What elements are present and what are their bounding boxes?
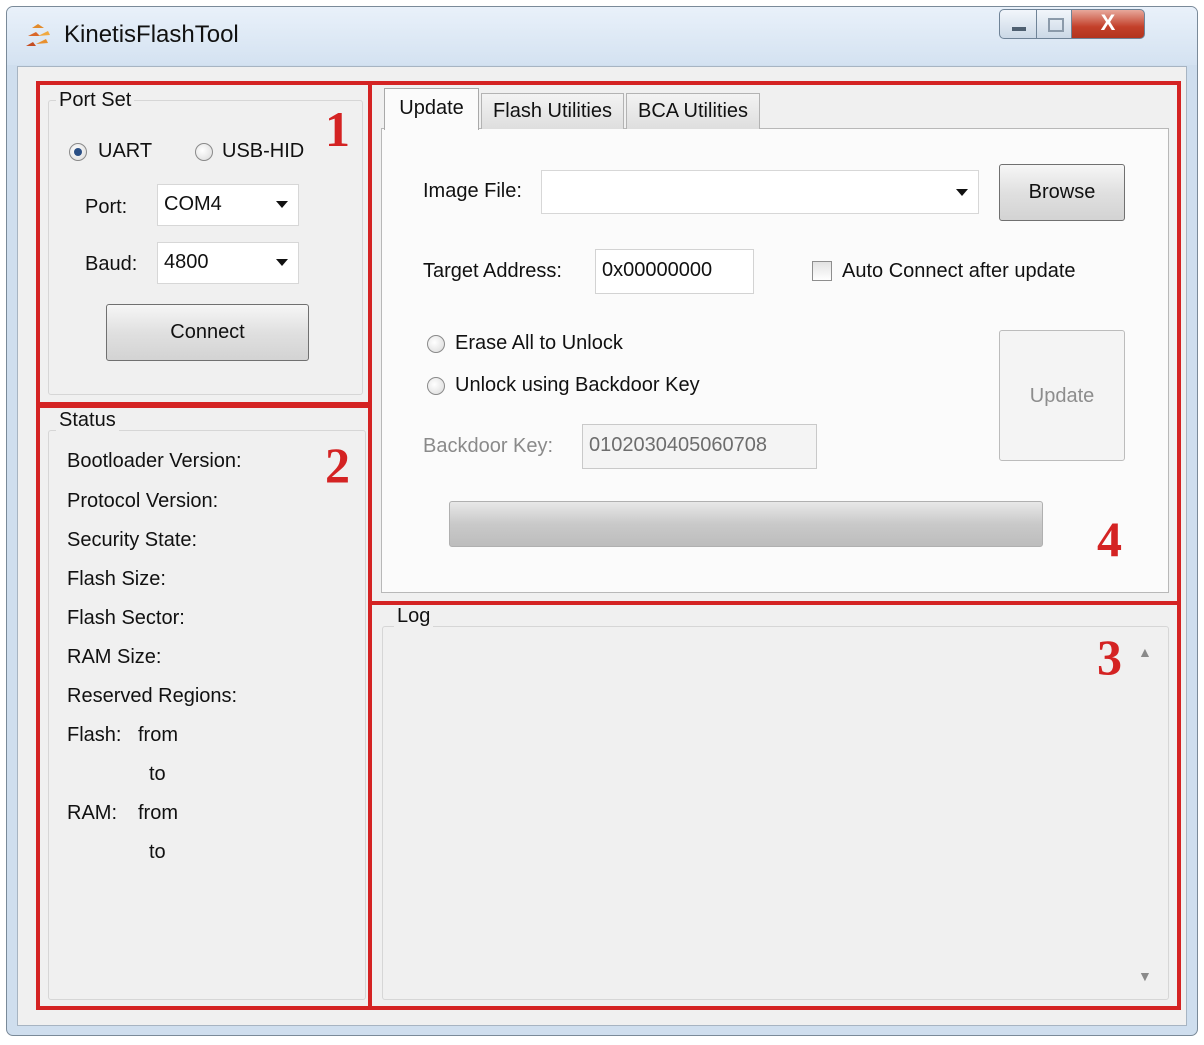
minimize-icon [1012,27,1026,31]
close-icon: X [1100,10,1116,35]
highlight-box-4 [368,81,1181,605]
close-button[interactable]: X [1071,9,1145,39]
highlight-box-1 [36,81,372,406]
maximize-icon [1048,18,1064,32]
highlight-box-3 [368,601,1181,1010]
highlight-box-2 [36,404,372,1010]
window-title: KinetisFlashTool [64,21,239,48]
minimize-button[interactable] [999,9,1037,39]
app-logo-icon [26,24,50,46]
maximize-button[interactable] [1036,9,1072,39]
